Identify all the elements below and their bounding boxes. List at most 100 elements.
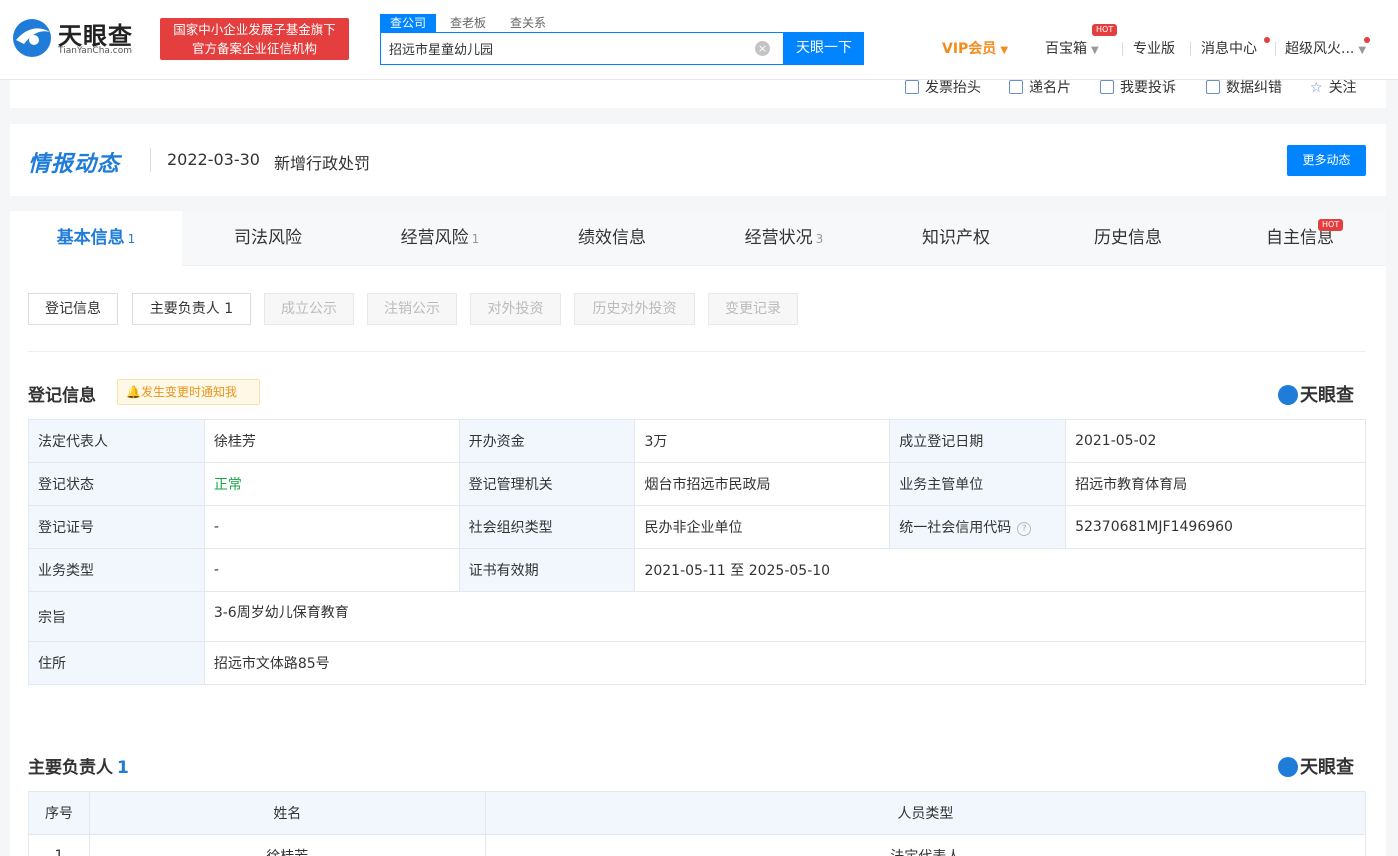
- legal-rep-value[interactable]: 徐桂芳: [203, 419, 460, 463]
- search-button[interactable]: 天眼一下: [784, 32, 864, 65]
- invoice-title-button[interactable]: 发票抬头: [905, 80, 981, 96]
- invoice-icon: [905, 80, 919, 94]
- cell-label: 住所: [28, 641, 205, 685]
- intel-text[interactable]: 新增行政处罚: [274, 150, 370, 174]
- chip-principals[interactable]: 主要负责人 1: [132, 293, 251, 325]
- data-correction-button[interactable]: 数据纠错: [1206, 80, 1282, 96]
- complaint-button[interactable]: 我要投诉: [1100, 80, 1176, 96]
- address-value: 招远市文体路85号: [203, 641, 1367, 685]
- watermark-text: 天眼查: [1300, 385, 1354, 406]
- user-menu[interactable]: 超级风火... ▼: [1285, 38, 1366, 60]
- logo-eye-icon: [13, 19, 51, 57]
- hot-badge: HOT: [1092, 24, 1118, 36]
- search-input[interactable]: [389, 33, 749, 64]
- message-center-link[interactable]: 消息中心: [1201, 38, 1257, 60]
- cell-label: 成立登记日期: [889, 419, 1067, 463]
- tab-ip[interactable]: 知识产权: [870, 211, 1042, 266]
- tab-operations[interactable]: 经营状况 3: [698, 211, 870, 266]
- vip-menu[interactable]: VIP会员 ▼: [942, 38, 1008, 60]
- person-type: 法定代表人: [484, 834, 1367, 856]
- intel-title: 情报动态: [28, 152, 121, 177]
- tab-count: 3: [815, 232, 824, 246]
- capital-value: 3万: [634, 419, 891, 463]
- credit-code-label-cell: 统一社会信用代码?: [889, 505, 1067, 549]
- cell-label: 登记状态: [28, 462, 205, 506]
- card-icon: [1009, 80, 1023, 94]
- cell-label: 证书有效期: [458, 548, 636, 592]
- registration-title: 登记信息: [28, 386, 96, 406]
- cert-no-value: -: [203, 505, 460, 549]
- more-updates-button[interactable]: 更多动态: [1287, 145, 1366, 176]
- category-tabs: 基本信息 1 司法风险 经营风险 1 绩效信息 经营状况 3 知识产权 历史信息 自主…: [10, 211, 1386, 266]
- tab-basic-info[interactable]: 基本信息 1: [10, 211, 182, 266]
- chip-founding: 成立公示: [264, 293, 354, 325]
- user-name: 超级风火...: [1285, 41, 1355, 57]
- search-tab-boss[interactable]: 查老板: [450, 14, 486, 32]
- card-label: 递名片: [1029, 80, 1071, 96]
- nav-divider: [1275, 42, 1276, 56]
- cell-label: 社会组织类型: [458, 505, 636, 549]
- follow-button[interactable]: ☆ 关注: [1310, 80, 1357, 96]
- table-row: 法定代表人 徐桂芳 开办资金 3万 成立登记日期 2021-05-02: [28, 419, 1366, 463]
- authority-value: 烟台市招远市民政局: [634, 462, 891, 506]
- complaint-label: 我要投诉: [1120, 80, 1176, 96]
- tab-label: 知识产权: [922, 228, 990, 248]
- chip-registration[interactable]: 登记信息: [28, 293, 118, 325]
- nav-divider: [1122, 42, 1123, 56]
- registration-table: 法定代表人 徐桂芳 开办资金 3万 成立登记日期 2021-05-02 登记状态…: [28, 419, 1367, 685]
- chip-cancellation: 注销公示: [367, 293, 457, 325]
- column-header: 人员类型: [484, 791, 1367, 835]
- table-row: 1 徐桂芳 法定代表人: [28, 834, 1367, 856]
- document-icon: [1206, 80, 1220, 94]
- mail-icon: [1100, 80, 1114, 94]
- column-header: 姓名: [88, 791, 486, 835]
- company-toolbar: 发票抬头 递名片 我要投诉 数据纠错 ☆ 关注: [10, 80, 1386, 108]
- tab-business-risk[interactable]: 经营风险 1: [354, 211, 526, 266]
- tab-self-info[interactable]: 自主信息: [1214, 211, 1386, 266]
- help-icon[interactable]: ?: [1017, 522, 1032, 536]
- star-icon: ☆: [1310, 80, 1323, 96]
- org-type-value: 民办非企业单位: [634, 505, 891, 549]
- principals-title-text: 主要负责人: [28, 758, 113, 778]
- table-header-row: 序号 姓名 人员类型: [28, 791, 1367, 835]
- search-tab-relation[interactable]: 查关系: [510, 14, 546, 32]
- tab-performance[interactable]: 绩效信息: [526, 211, 698, 266]
- search-box: ×: [380, 32, 784, 65]
- tab-label: 司法风险: [234, 228, 302, 248]
- baibaoxiang-label: 百宝箱: [1045, 41, 1087, 57]
- baibaoxiang-menu[interactable]: 百宝箱 ▼: [1045, 38, 1099, 60]
- bell-icon: 🔔: [126, 385, 141, 399]
- watermark-text: 天眼查: [1300, 757, 1354, 778]
- badge-line-1: 国家中小企业发展子基金旗下: [173, 22, 336, 37]
- intel-panel: 情报动态 2022-03-30 新增行政处罚 更多动态: [10, 124, 1386, 196]
- cell-label: 开办资金: [458, 419, 636, 463]
- validity-value: 2021-05-11 至 2025-05-10: [634, 548, 1366, 592]
- person-name[interactable]: 徐桂芳: [88, 834, 486, 856]
- tab-count: 1: [471, 232, 480, 246]
- pro-edition-link[interactable]: 专业版: [1133, 38, 1175, 60]
- invoice-label: 发票抬头: [925, 80, 981, 96]
- nav-divider: [1190, 42, 1191, 56]
- principals-title: 主要负责人 1: [28, 753, 129, 778]
- chevron-down-icon: ▼: [1091, 45, 1099, 56]
- table-row: 业务类型 - 证书有效期 2021-05-11 至 2025-05-10: [28, 548, 1366, 592]
- main-content: 基本信息 1 司法风险 经营风险 1 绩效信息 经营状况 3 知识产权 历史信息 自主…: [10, 211, 1386, 856]
- notify-label: 发生变更时通知我: [140, 385, 237, 399]
- tab-judicial-risk[interactable]: 司法风险: [182, 211, 354, 266]
- badge-line-2: 官方备案企业征信机构: [191, 41, 317, 56]
- business-card-button[interactable]: 递名片: [1009, 80, 1071, 96]
- logo[interactable]: 天眼查 TianYanCha.com: [10, 16, 150, 62]
- chevron-down-icon: ▼: [1358, 45, 1367, 56]
- unread-dot: [1264, 37, 1270, 43]
- vip-label: VIP会员: [942, 41, 997, 57]
- logo-eye-icon: [1278, 385, 1298, 405]
- search-tab-company[interactable]: 查公司: [380, 14, 437, 32]
- notify-on-change-button[interactable]: 🔔发生变更时通知我: [117, 379, 260, 405]
- clear-icon[interactable]: ×: [755, 41, 770, 56]
- tab-history[interactable]: 历史信息: [1042, 211, 1214, 266]
- table-row: 住所 招远市文体路85号: [28, 641, 1367, 685]
- chevron-down-icon: ▼: [1000, 45, 1009, 56]
- credit-code-value: 52370681MJF1496960: [1065, 505, 1366, 549]
- chip-changes: 变更记录: [708, 293, 798, 325]
- user-dot: [1364, 37, 1370, 43]
